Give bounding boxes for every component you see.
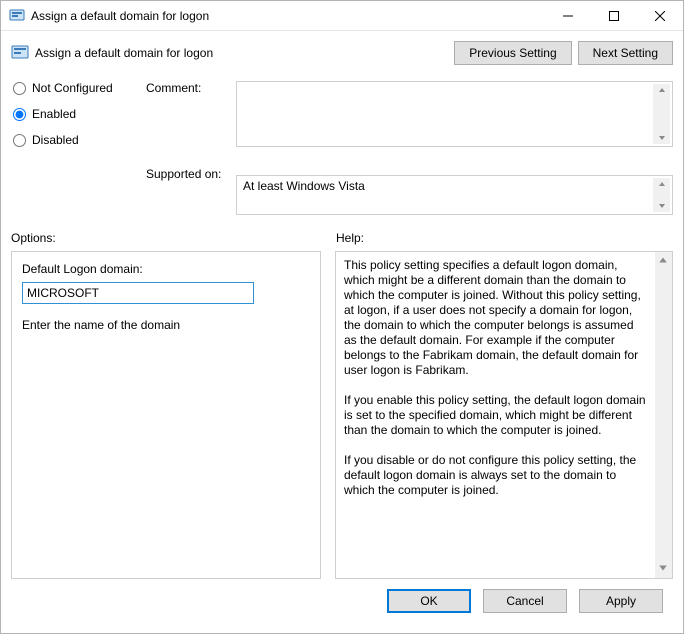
scroll-up-icon[interactable] xyxy=(656,84,668,96)
radio-enabled[interactable]: Enabled xyxy=(13,107,146,121)
previous-setting-button[interactable]: Previous Setting xyxy=(454,41,571,65)
help-paragraph: If you disable or do not configure this … xyxy=(344,453,647,498)
radio-not-configured-input[interactable] xyxy=(13,82,26,95)
comment-label: Comment: xyxy=(146,81,236,101)
app-icon xyxy=(9,8,25,24)
apply-button[interactable]: Apply xyxy=(579,589,663,613)
state-radio-group: Not Configured Enabled Disabled xyxy=(11,81,146,159)
radio-not-configured-label: Not Configured xyxy=(32,81,113,95)
radio-enabled-label: Enabled xyxy=(32,107,76,121)
titlebar: Assign a default domain for logon xyxy=(1,1,683,31)
comment-field[interactable] xyxy=(237,82,672,146)
scroll-down-icon[interactable] xyxy=(656,132,668,144)
help-panel: This policy setting specifies a default … xyxy=(335,251,673,579)
policy-icon xyxy=(11,44,29,62)
radio-not-configured[interactable]: Not Configured xyxy=(13,81,146,95)
scroll-down-icon[interactable] xyxy=(658,562,668,576)
ok-button[interactable]: OK xyxy=(387,589,471,613)
scroll-up-icon[interactable] xyxy=(656,178,668,190)
help-text: This policy setting specifies a default … xyxy=(336,252,655,578)
radio-enabled-input[interactable] xyxy=(13,108,26,121)
radio-disabled-label: Disabled xyxy=(32,133,79,147)
default-logon-domain-label: Default Logon domain: xyxy=(22,262,310,276)
default-logon-domain-input[interactable] xyxy=(22,282,254,304)
scroll-down-icon[interactable] xyxy=(656,200,668,212)
content-area: Assign a default domain for logon Previo… xyxy=(1,31,683,633)
close-button[interactable] xyxy=(637,1,683,31)
cancel-button[interactable]: Cancel xyxy=(483,589,567,613)
help-paragraph: This policy setting specifies a default … xyxy=(344,258,647,378)
maximize-button[interactable] xyxy=(591,1,637,31)
header-row: Assign a default domain for logon Previo… xyxy=(11,41,673,65)
policy-title: Assign a default domain for logon xyxy=(35,46,213,60)
state-comment-row: Not Configured Enabled Disabled Comment: xyxy=(11,81,673,159)
radio-disabled-input[interactable] xyxy=(13,134,26,147)
window-title: Assign a default domain for logon xyxy=(31,9,209,23)
supported-on-field: At least Windows Vista xyxy=(237,176,672,214)
options-panel: Default Logon domain: Enter the name of … xyxy=(11,251,321,579)
comment-field-wrap xyxy=(236,81,673,147)
options-label: Options: xyxy=(11,231,336,245)
scroll-up-icon[interactable] xyxy=(658,254,668,268)
panels-row: Default Logon domain: Enter the name of … xyxy=(11,251,673,579)
supported-on-field-wrap: At least Windows Vista xyxy=(236,175,673,215)
help-paragraph: If you enable this policy setting, the d… xyxy=(344,393,647,438)
default-logon-domain-desc: Enter the name of the domain xyxy=(22,318,310,332)
radio-disabled[interactable]: Disabled xyxy=(13,133,146,147)
minimize-button[interactable] xyxy=(545,1,591,31)
group-policy-setting-window: Assign a default domain for logon Assign… xyxy=(0,0,684,634)
supported-on-label: Supported on: xyxy=(146,167,236,187)
help-label: Help: xyxy=(336,231,673,245)
dialog-footer: OK Cancel Apply xyxy=(11,579,673,623)
supported-on-row: Supported on: At least Windows Vista xyxy=(11,167,673,215)
next-setting-button[interactable]: Next Setting xyxy=(578,41,673,65)
section-labels: Options: Help: xyxy=(11,231,673,245)
help-scrollbar[interactable] xyxy=(655,252,672,578)
